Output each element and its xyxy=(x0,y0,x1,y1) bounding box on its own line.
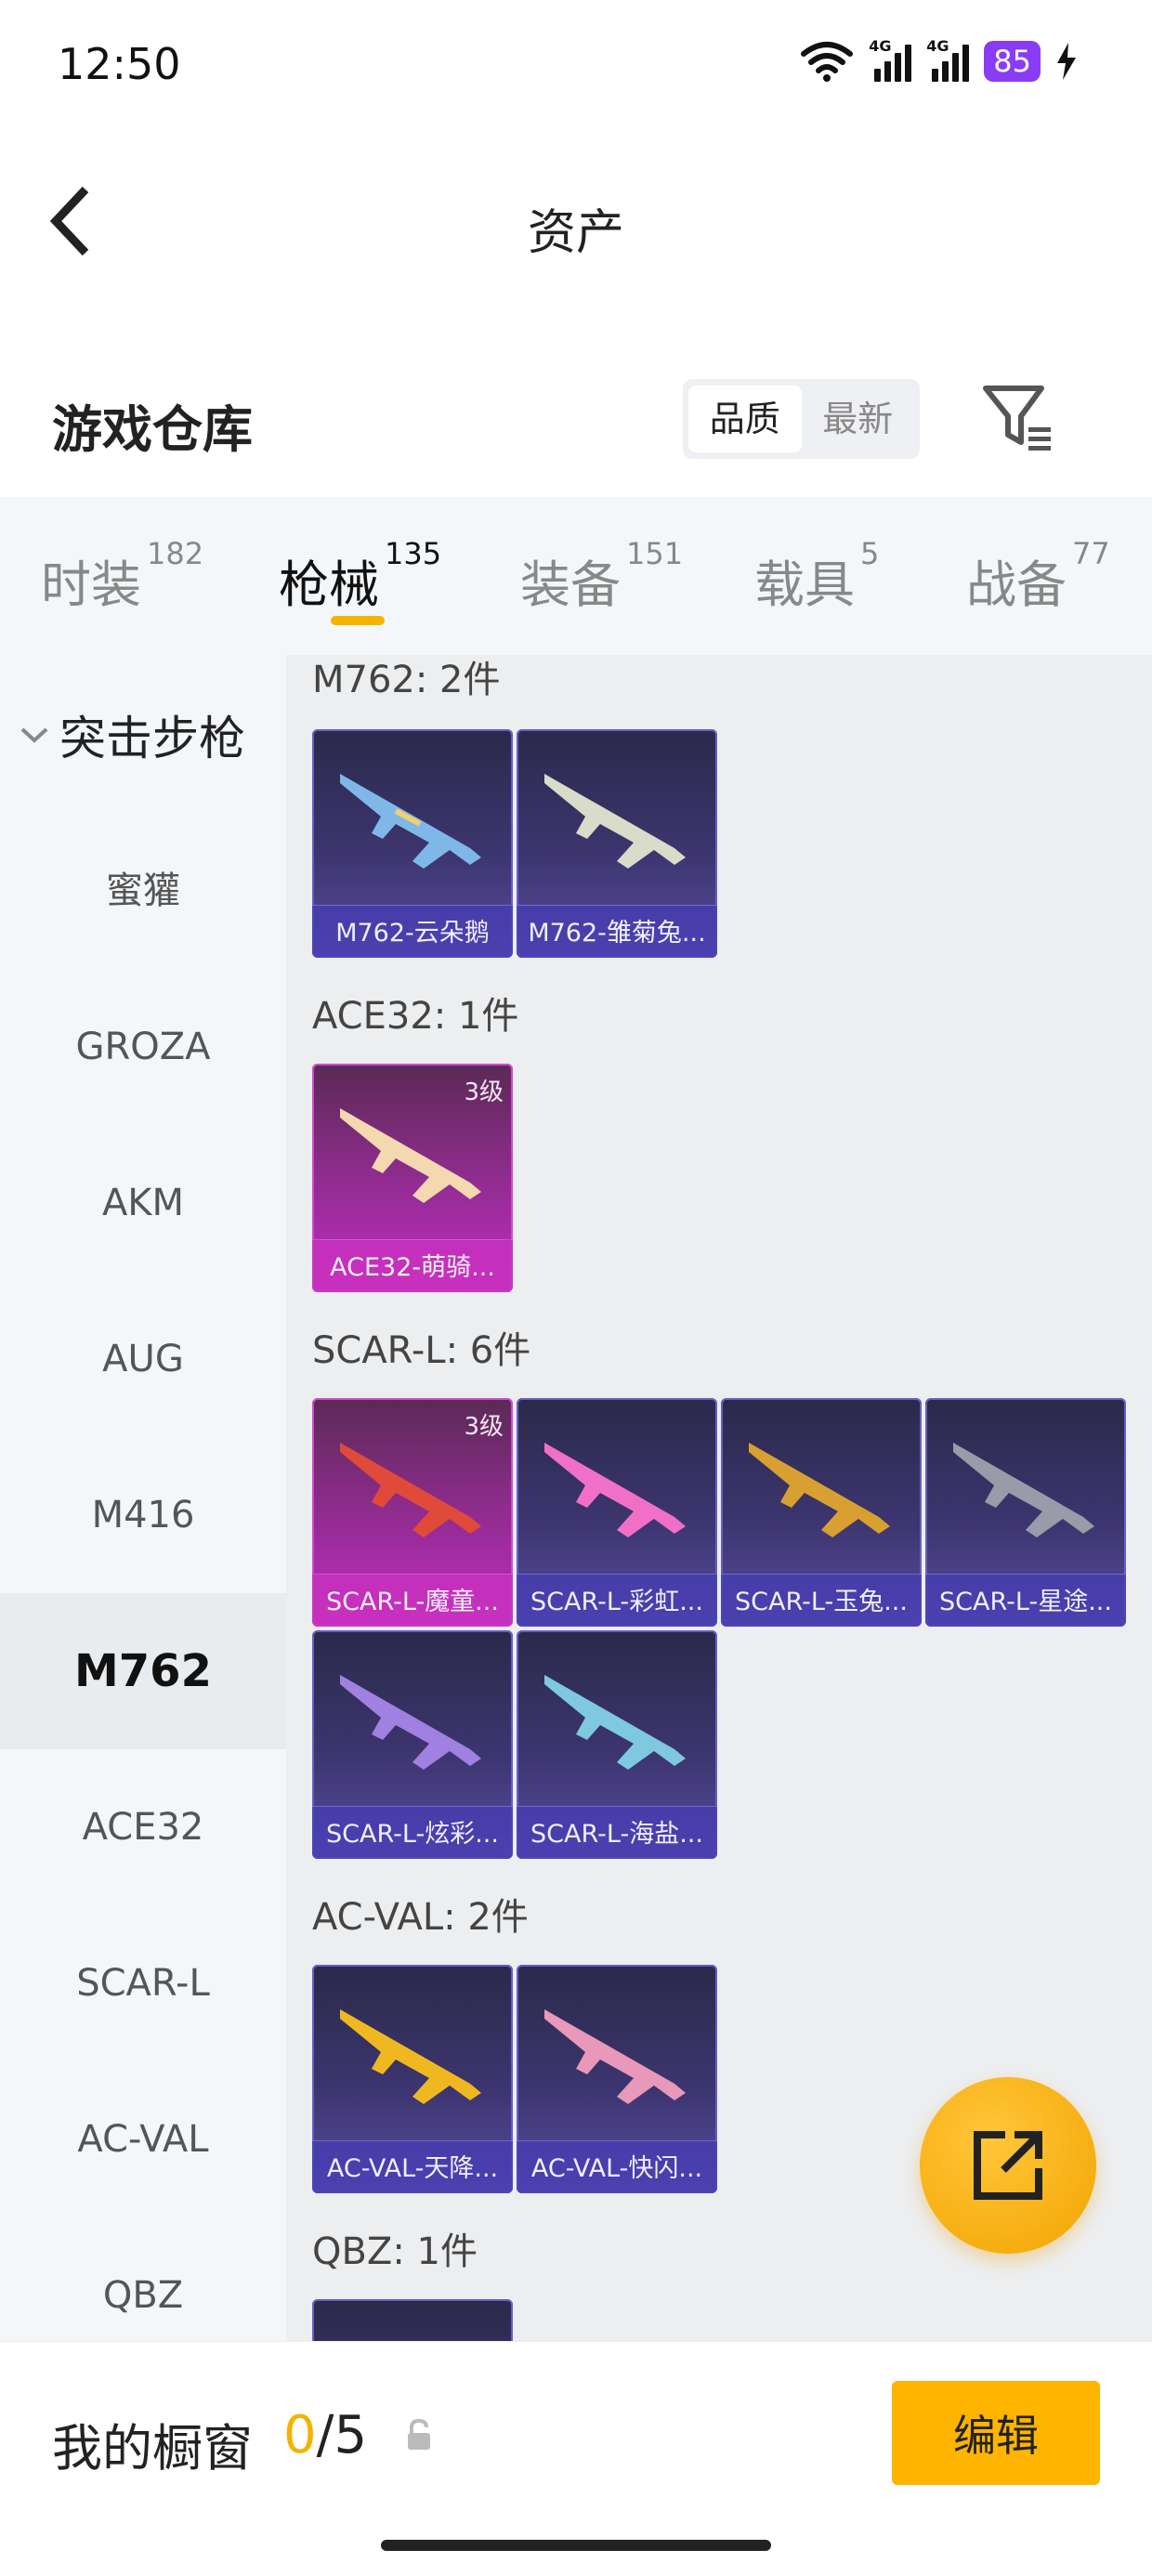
sort-quality[interactable]: 品质 xyxy=(688,386,802,452)
edit-button[interactable]: 编辑 xyxy=(892,2381,1100,2485)
weapon-card[interactable]: 3级 ACE32-萌骑... xyxy=(312,1064,513,1292)
charging-icon xyxy=(1057,43,1076,80)
status-bar: 12:50 4G 4G 85 xyxy=(0,0,1152,130)
weapon-card[interactable]: SCAR-L-海盐... xyxy=(517,1630,717,1859)
showcase-count: 0/5 xyxy=(283,2405,368,2465)
section-title-ace32: ACE32: 1件 xyxy=(312,995,519,1038)
tab-equipment[interactable]: 装备151 xyxy=(520,536,683,617)
sort-toggle: 品质 最新 xyxy=(683,379,920,459)
wifi-icon xyxy=(801,42,854,82)
sidebar-item-m762[interactable]: M762 xyxy=(0,1593,286,1749)
sidebar-item-akm[interactable]: AKM xyxy=(0,1125,286,1281)
warehouse-title: 游戏仓库 xyxy=(52,400,253,459)
status-time: 12:50 xyxy=(58,39,181,89)
cell-signal-icon: 4G xyxy=(869,37,912,82)
nav-bar: 资产 xyxy=(0,139,1152,307)
rifle-image-icon xyxy=(544,774,686,869)
status-icons: 4G 4G 85 xyxy=(800,37,1078,82)
filter-icon[interactable] xyxy=(980,381,1054,455)
rifle-image-icon xyxy=(749,1443,890,1537)
rifle-image-icon xyxy=(544,1443,686,1537)
rifle-image-icon xyxy=(953,1443,1094,1537)
showcase-label: 我的橱窗 xyxy=(52,2419,253,2478)
weapon-card[interactable]: SCAR-L-炫彩... xyxy=(312,1630,513,1859)
weapon-card[interactable]: AC-VAL-快闪... xyxy=(517,1965,717,2193)
active-tab-indicator xyxy=(331,616,385,625)
sidebar-group-assault-rifles[interactable]: 突击步枪 xyxy=(19,701,245,768)
sidebar-item-aug[interactable]: AUG xyxy=(0,1281,286,1437)
sidebar-item-qbz[interactable]: QBZ xyxy=(0,2217,286,2341)
home-indicator[interactable] xyxy=(381,2540,771,2551)
weapon-card[interactable]: SCAR-L-彩虹... xyxy=(517,1398,717,1627)
cell-signal-icon-2: 4G xyxy=(926,37,970,82)
section-title-qbz: QBZ: 1件 xyxy=(312,2230,478,2273)
sidebar-item-groza[interactable]: GROZA xyxy=(0,969,286,1125)
weapon-card[interactable]: M762-云朵鹅 xyxy=(312,729,513,958)
category-tabs: 时装182 枪械135 装备151 载具5 战备77 xyxy=(0,497,1152,655)
weapon-card[interactable]: SCAR-L-玉兔... xyxy=(721,1398,922,1627)
share-export-icon xyxy=(974,2131,1042,2200)
weapon-card[interactable]: SCAR-L-星途... xyxy=(925,1398,1126,1627)
page-title: 资产 xyxy=(527,205,624,261)
section-title-scar-l: SCAR-L: 6件 xyxy=(312,1329,531,1372)
weapon-type-sidebar: 突击步枪 蜜獾 GROZA AKM AUG M416 M762 ACE32 SC… xyxy=(0,655,286,2341)
tab-supplies[interactable]: 战备77 xyxy=(966,536,1110,617)
chevron-down-icon xyxy=(20,727,48,743)
weapon-card[interactable]: AC-VAL-天降... xyxy=(312,1965,513,2193)
sort-newest[interactable]: 最新 xyxy=(802,386,915,452)
rifle-image-icon xyxy=(544,1675,686,1770)
sidebar-item-ac-val[interactable]: AC-VAL xyxy=(0,2061,286,2217)
weapon-card[interactable]: 3级 SCAR-L-魔童... xyxy=(312,1398,513,1627)
lock-icon xyxy=(408,2418,430,2450)
sidebar-item-honey-badger[interactable]: 蜜獾 xyxy=(0,813,286,969)
sidebar-item-scar-l[interactable]: SCAR-L xyxy=(0,1905,286,2061)
sidebar-item-m416[interactable]: M416 xyxy=(0,1437,286,1593)
share-button[interactable] xyxy=(920,2077,1096,2254)
tab-vehicles[interactable]: 载具5 xyxy=(754,536,879,617)
rifle-image-icon xyxy=(544,2009,686,2104)
battery-indicator: 85 xyxy=(984,41,1041,82)
section-title-m762: M762: 2件 xyxy=(312,659,501,701)
rifle-image-icon xyxy=(340,2009,481,2104)
sidebar-item-ace32[interactable]: ACE32 xyxy=(0,1749,286,1905)
weapon-card[interactable] xyxy=(312,2299,513,2341)
section-title-ac-val: AC-VAL: 2件 xyxy=(312,1896,529,1939)
rifle-image-icon xyxy=(340,774,481,869)
rifle-image-icon xyxy=(340,1675,481,1770)
tab-weapons[interactable]: 枪械135 xyxy=(279,536,441,617)
tab-fashion[interactable]: 时装182 xyxy=(41,536,203,617)
weapon-card[interactable]: M762-雏菊兔... xyxy=(517,729,717,958)
